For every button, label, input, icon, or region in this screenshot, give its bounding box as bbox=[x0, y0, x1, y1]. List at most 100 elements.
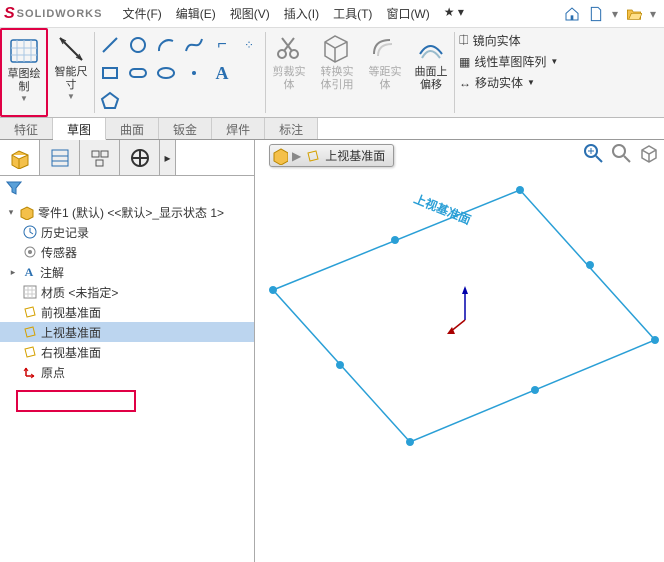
fillet-icon[interactable]: ⌐ bbox=[209, 32, 235, 58]
collapse-icon[interactable]: ▾ bbox=[6, 207, 16, 218]
plane-icon bbox=[22, 304, 38, 320]
app-logo: S SOLIDWORKS bbox=[4, 5, 102, 23]
panel-tab-property[interactable] bbox=[40, 140, 80, 175]
sketch-tools-grid: ⌐ ⁘ A bbox=[95, 28, 265, 117]
circle-icon[interactable] bbox=[125, 32, 151, 58]
history-icon bbox=[22, 224, 38, 240]
plane-graphic: 上视基准面 bbox=[255, 160, 664, 560]
linear-pattern-icon[interactable]: ▦ bbox=[459, 55, 470, 69]
expand-icon[interactable]: ▸ bbox=[8, 267, 18, 278]
tree-root[interactable]: ▾ 零件1 (默认) <<默认>_显示状态 1> bbox=[0, 202, 254, 222]
tree-history[interactable]: 历史记录 bbox=[0, 222, 254, 242]
ribbon: 草图绘 制 ▼ 智能尺 寸 ▼ ⌐ ⁘ A 剪裁实 体 转换实 体引用 等距实 … bbox=[0, 28, 664, 118]
qat-dropdown2-icon[interactable]: ▾ bbox=[650, 7, 656, 21]
smartdim-icon bbox=[56, 32, 86, 66]
sketch-button[interactable]: 草图绘 制 ▼ bbox=[0, 28, 48, 117]
slot-icon[interactable] bbox=[125, 60, 151, 86]
panel-tab-dimx[interactable] bbox=[120, 140, 160, 175]
offset-ent-label: 等距实 体 bbox=[369, 66, 402, 92]
menu-insert[interactable]: 插入(I) bbox=[278, 3, 325, 24]
tree-history-label: 历史记录 bbox=[41, 224, 89, 241]
panel-tab-more-icon[interactable]: ▸ bbox=[160, 140, 176, 175]
tab-sketch[interactable]: 草图 bbox=[53, 118, 106, 140]
tree-annotations-label: 注解 bbox=[40, 264, 64, 281]
tree-front-label: 前视基准面 bbox=[41, 304, 101, 321]
move-icon[interactable]: ↔ bbox=[459, 76, 471, 90]
smartdim-button[interactable]: 智能尺 寸 ▼ bbox=[48, 28, 94, 117]
graphics-area[interactable]: ▶ 上视基准面 上视基准面 bbox=[255, 140, 664, 562]
line-icon[interactable] bbox=[97, 32, 123, 58]
tree-right-plane[interactable]: 右视基准面 bbox=[0, 342, 254, 362]
convert-icon bbox=[321, 32, 353, 66]
move-label[interactable]: 移动实体 bbox=[475, 74, 523, 91]
spline-icon[interactable] bbox=[181, 32, 207, 58]
menu-bar: 文件(F) 编辑(E) 视图(V) 插入(I) 工具(T) 窗口(W) ★ ▾ bbox=[116, 3, 469, 24]
convert-label: 转换实 体引用 bbox=[321, 66, 354, 92]
ribbon-right-group: ⎅镜向实体 ▦线性草图阵列▼ ↔移动实体▼ bbox=[455, 28, 562, 117]
tab-feature[interactable]: 特征 bbox=[0, 118, 53, 139]
workspace: ▸ ▾ 零件1 (默认) <<默认>_显示状态 1> 历史记录 传感器 ▸ A … bbox=[0, 140, 664, 562]
rect-icon[interactable] bbox=[97, 60, 123, 86]
logo-mark-icon: S bbox=[4, 5, 15, 23]
point-icon[interactable] bbox=[181, 60, 207, 86]
smartdim-label: 智能尺 寸 bbox=[55, 66, 88, 92]
offset-surf-button[interactable]: 曲面上 偏移 bbox=[408, 28, 454, 117]
command-tabs: 特征 草图 曲面 钣金 焊件 标注 bbox=[0, 118, 664, 140]
polygon-icon[interactable] bbox=[97, 88, 123, 114]
new-doc-icon[interactable] bbox=[588, 6, 604, 22]
material-icon bbox=[22, 284, 38, 300]
tab-annotate[interactable]: 标注 bbox=[265, 118, 318, 139]
plane-icon bbox=[22, 324, 38, 340]
menu-file[interactable]: 文件(F) bbox=[116, 3, 167, 24]
trim-button[interactable]: 剪裁实 体 bbox=[266, 28, 312, 117]
menu-view[interactable]: 视图(V) bbox=[224, 3, 276, 24]
menu-tools[interactable]: 工具(T) bbox=[327, 3, 378, 24]
filter-row bbox=[0, 176, 254, 200]
panel-tab-config[interactable] bbox=[80, 140, 120, 175]
sketch-icon bbox=[7, 34, 41, 68]
tree-origin-label: 原点 bbox=[41, 364, 65, 381]
home-icon[interactable] bbox=[564, 6, 580, 22]
tree-top-label: 上视基准面 bbox=[41, 324, 101, 341]
offset-surf-label: 曲面上 偏移 bbox=[415, 66, 448, 92]
plane-icon bbox=[22, 344, 38, 360]
point-grid-icon[interactable]: ⁘ bbox=[237, 32, 263, 58]
origin-icon bbox=[22, 364, 38, 380]
tab-sheetmetal[interactable]: 钣金 bbox=[159, 118, 212, 139]
tree-annotations[interactable]: ▸ A 注解 bbox=[0, 262, 254, 282]
trim-label: 剪裁实 体 bbox=[273, 66, 306, 92]
ellipse-icon[interactable] bbox=[153, 60, 179, 86]
sensor-icon bbox=[22, 244, 38, 260]
arc-icon[interactable] bbox=[153, 32, 179, 58]
menu-edit[interactable]: 编辑(E) bbox=[170, 3, 222, 24]
tree-sensors[interactable]: 传感器 bbox=[0, 242, 254, 262]
qat-dropdown-icon[interactable]: ▾ bbox=[612, 7, 618, 21]
dropdown-icon: ▼ bbox=[67, 92, 75, 102]
offset-ent-icon bbox=[370, 32, 400, 66]
panel-tabs: ▸ bbox=[0, 140, 254, 176]
part-icon bbox=[19, 204, 35, 220]
filter-icon[interactable] bbox=[6, 180, 22, 196]
menu-more-icon[interactable]: ★ ▾ bbox=[438, 3, 470, 24]
sketch-label: 草图绘 制 bbox=[8, 68, 41, 94]
menu-window[interactable]: 窗口(W) bbox=[380, 3, 435, 24]
quick-access-toolbar: ▾ ▾ bbox=[564, 6, 660, 22]
tree-front-plane[interactable]: 前视基准面 bbox=[0, 302, 254, 322]
linear-label[interactable]: 线性草图阵列 bbox=[474, 53, 546, 70]
panel-tab-feature-tree[interactable] bbox=[0, 140, 40, 175]
tab-surface[interactable]: 曲面 bbox=[106, 118, 159, 139]
tree-material[interactable]: 材质 <未指定> bbox=[0, 282, 254, 302]
tree-root-label: 零件1 (默认) <<默认>_显示状态 1> bbox=[38, 204, 224, 221]
open-icon[interactable] bbox=[626, 6, 642, 22]
offset-surf-icon bbox=[416, 32, 446, 66]
offset-ent-button[interactable]: 等距实 体 bbox=[362, 28, 408, 117]
mirror-label[interactable]: 镜向实体 bbox=[473, 32, 521, 49]
tree-top-plane[interactable]: 上视基准面 bbox=[0, 322, 254, 342]
convert-button[interactable]: 转换实 体引用 bbox=[312, 28, 362, 117]
trim-icon bbox=[274, 32, 304, 66]
tab-weldment[interactable]: 焊件 bbox=[212, 118, 265, 139]
text-icon[interactable]: A bbox=[209, 60, 235, 86]
tree-origin[interactable]: 原点 bbox=[0, 362, 254, 382]
mirror-icon[interactable]: ⎅ bbox=[459, 33, 469, 48]
feature-tree: ▾ 零件1 (默认) <<默认>_显示状态 1> 历史记录 传感器 ▸ A 注解… bbox=[0, 200, 254, 562]
